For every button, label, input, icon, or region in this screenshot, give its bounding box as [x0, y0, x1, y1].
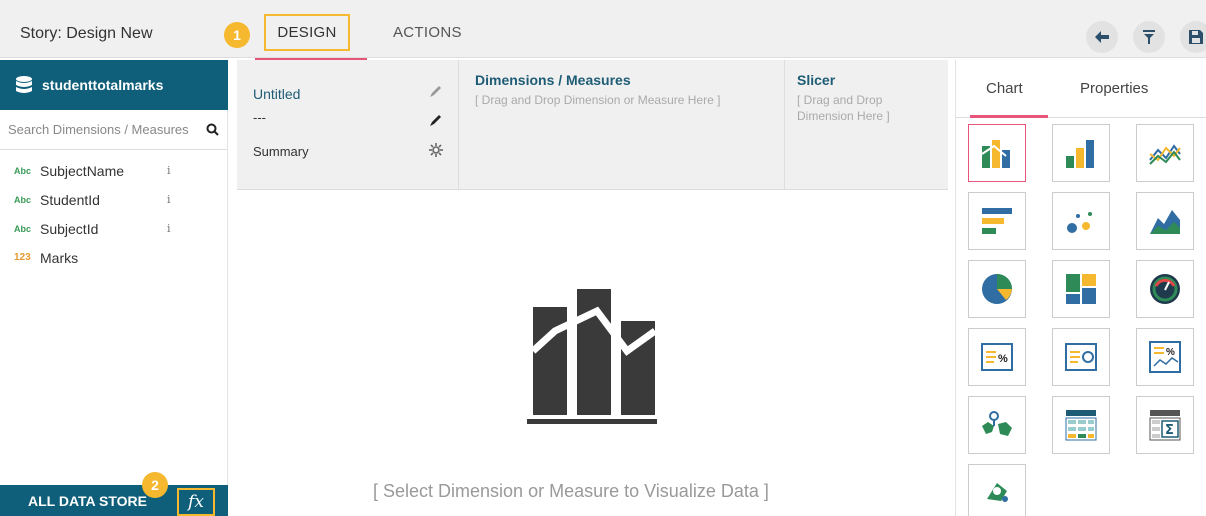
- chart-type-scatter[interactable]: [1052, 192, 1110, 250]
- gear-icon[interactable]: [429, 143, 443, 157]
- dimensions-hint: [ Drag and Drop Dimension or Measure Her…: [475, 93, 721, 107]
- svg-text:%: %: [998, 353, 1008, 365]
- column-chart-icon: [1066, 140, 1094, 168]
- story-title: Story: Design New: [20, 25, 153, 42]
- chart-type-kpi-trend[interactable]: %: [1136, 328, 1194, 386]
- tab-actions[interactable]: ACTIONS: [393, 24, 462, 41]
- panel-tabs: Chart Properties: [956, 60, 1206, 118]
- chart-canvas[interactable]: [ Select Dimension or Measure to Visuali…: [237, 197, 948, 516]
- scatter-chart-icon: [1067, 212, 1092, 233]
- chart-title[interactable]: Untitled: [253, 86, 300, 102]
- overlapped-bar-chart-icon: [981, 140, 1010, 168]
- field-item[interactable]: Abc SubjectId i: [0, 214, 227, 243]
- save-icon: [1189, 30, 1203, 44]
- info-icon[interactable]: i: [167, 222, 171, 235]
- area-chart-icon: [1150, 210, 1180, 234]
- formula-button[interactable]: fx: [177, 488, 215, 516]
- datastore-name: studenttotalmarks: [42, 77, 164, 93]
- info-icon[interactable]: i: [167, 164, 171, 177]
- field-type-text: Abc: [14, 223, 32, 234]
- back-button[interactable]: [1086, 21, 1118, 53]
- kpi-percent-icon: %: [981, 343, 1013, 371]
- field-name: SubjectId: [40, 220, 99, 237]
- chart-type-table[interactable]: [1052, 396, 1110, 454]
- step-badge-1: 1: [224, 22, 250, 48]
- chart-type-column[interactable]: [1052, 124, 1110, 182]
- field-item[interactable]: Abc StudentId i: [0, 185, 227, 214]
- chart-type-pivot-table[interactable]: Σ: [1136, 396, 1194, 454]
- chart-type-r-chart[interactable]: [968, 464, 1026, 516]
- map-chart-icon: [982, 411, 1012, 436]
- dimensions-title: Dimensions / Measures: [475, 72, 631, 88]
- edit-title-icon[interactable]: [430, 85, 442, 97]
- table-chart-icon: [1065, 410, 1097, 441]
- save-button[interactable]: [1180, 21, 1206, 53]
- slicer-hint: [ Drag and Drop Dimension Here ]: [797, 92, 948, 124]
- slicer-drop-zone[interactable]: Slicer [ Drag and Drop Dimension Here ]: [785, 60, 948, 190]
- bar-chart-icon: [982, 208, 1012, 234]
- chart-type-kpi-percent[interactable]: %: [968, 328, 1026, 386]
- svg-text:%: %: [1166, 347, 1175, 358]
- chart-type-treemap[interactable]: [1052, 260, 1110, 318]
- title-config: Untitled --- Summary: [237, 60, 459, 190]
- pie-chart-icon: [982, 274, 1012, 304]
- subtitle-dash[interactable]: ---: [253, 110, 266, 125]
- r-chart-icon: [987, 482, 1008, 502]
- field-name: SubjectName: [40, 162, 125, 179]
- gauge-chart-icon: [1150, 274, 1180, 304]
- chart-type-pie[interactable]: [968, 260, 1026, 318]
- filter-button[interactable]: [1133, 21, 1165, 53]
- chart-type-bar[interactable]: [968, 192, 1026, 250]
- slicer-hint-line-1: [ Drag and Drop: [797, 93, 883, 107]
- chart-properties-panel: Chart Properties % % Σ: [955, 60, 1206, 516]
- chart-type-area[interactable]: [1136, 192, 1194, 250]
- chart-type-line[interactable]: [1136, 124, 1194, 182]
- data-sidebar: studenttotalmarks Search Dimensions / Me…: [0, 60, 228, 516]
- line-chart-icon: [1149, 144, 1181, 165]
- kpi-target-icon: [1065, 343, 1097, 371]
- top-bar: Story: Design New 1 DESIGN ACTIONS: [0, 0, 1206, 61]
- search-input[interactable]: Search Dimensions / Measures: [0, 110, 227, 150]
- datastore-header[interactable]: studenttotalmarks: [0, 60, 228, 110]
- empty-canvas-message: [ Select Dimension or Measure to Visuali…: [373, 481, 769, 501]
- dimensions-drop-zone[interactable]: Dimensions / Measures [ Drag and Drop Di…: [459, 60, 785, 190]
- filter-icon: [1143, 30, 1155, 44]
- slicer-hint-line-2: Dimension Here ]: [797, 109, 890, 123]
- back-arrow-icon: [1095, 31, 1109, 43]
- step-badge-2: 2: [142, 472, 168, 498]
- kpi-trend-icon: %: [1149, 341, 1181, 373]
- treemap-chart-icon: [1066, 274, 1096, 304]
- chart-type-map[interactable]: [968, 396, 1026, 454]
- tab-chart[interactable]: Chart: [986, 80, 1023, 97]
- chart-type-gauge[interactable]: [1136, 260, 1194, 318]
- chart-type-overlapped-bar[interactable]: [968, 124, 1026, 182]
- search-icon[interactable]: [206, 123, 219, 136]
- pivot-table-icon: Σ: [1149, 410, 1181, 441]
- tab-chart-underline: [970, 115, 1048, 118]
- chart-type-kpi-target[interactable]: [1052, 328, 1110, 386]
- field-name: StudentId: [40, 191, 100, 208]
- field-type-text: Abc: [14, 194, 32, 205]
- slicer-title: Slicer: [797, 72, 836, 88]
- fx-icon: fx: [188, 492, 204, 512]
- chart-config-area: Untitled --- Summary Dimensions / Measur…: [237, 60, 948, 190]
- search-placeholder: Search Dimensions / Measures: [8, 122, 189, 137]
- database-icon: [16, 76, 32, 93]
- tab-properties[interactable]: Properties: [1080, 80, 1148, 97]
- field-item[interactable]: 123 Marks: [0, 243, 227, 272]
- field-type-text: Abc: [14, 165, 32, 176]
- field-name: Marks: [40, 249, 79, 266]
- field-type-number: 123: [14, 252, 31, 263]
- field-item[interactable]: Abc SubjectName i: [0, 156, 227, 185]
- tab-design[interactable]: DESIGN: [264, 14, 350, 51]
- info-icon[interactable]: i: [167, 193, 171, 206]
- summary-label[interactable]: Summary: [253, 144, 309, 159]
- edit-subtitle-icon[interactable]: [430, 114, 442, 126]
- svg-text:Σ: Σ: [1165, 423, 1174, 438]
- overlapped-bar-placeholder-icon: [527, 289, 657, 424]
